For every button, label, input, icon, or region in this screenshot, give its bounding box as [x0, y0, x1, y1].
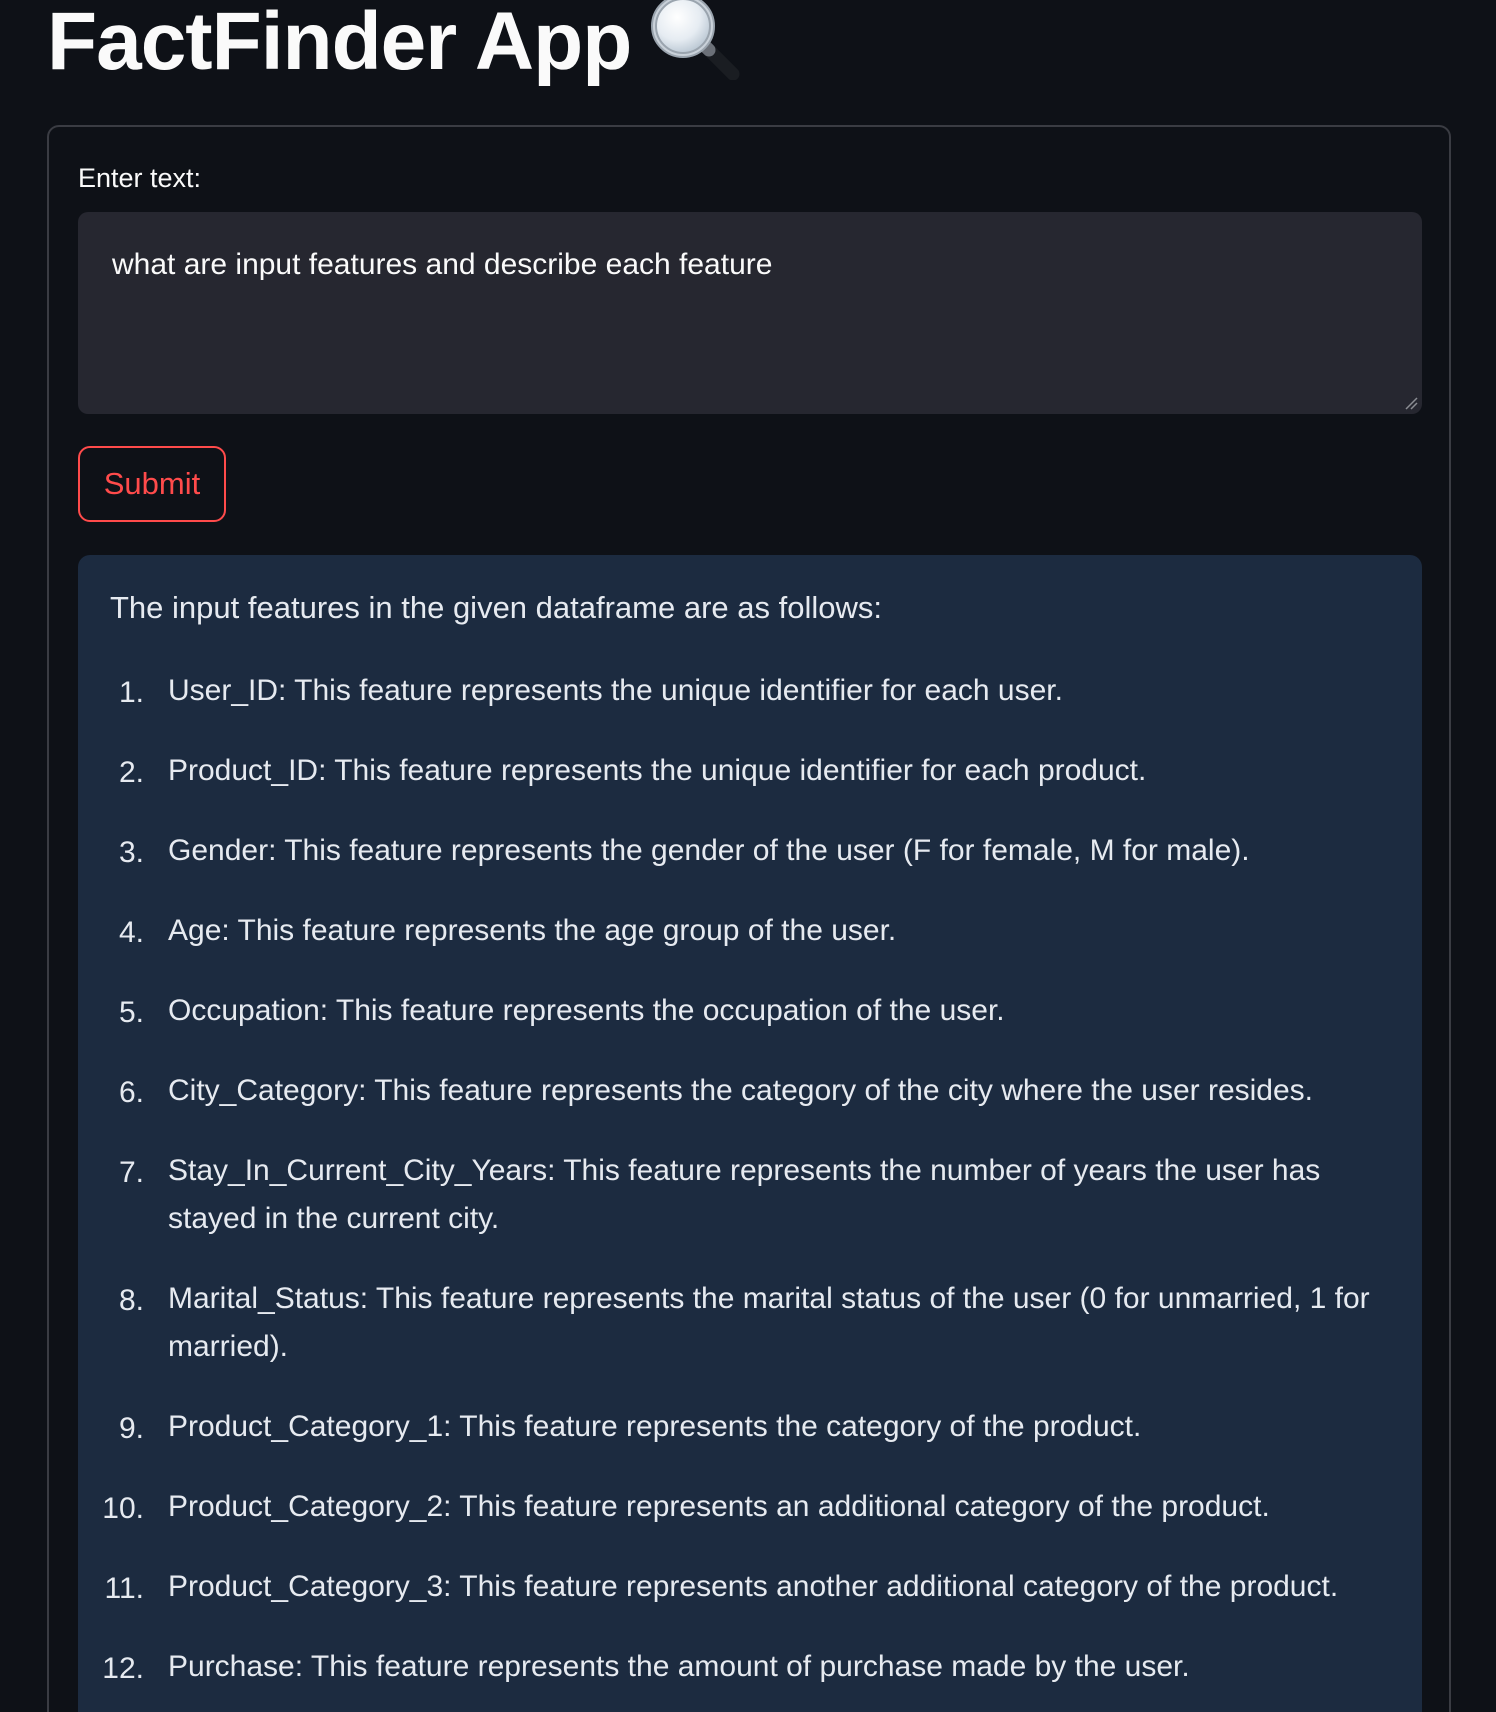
- list-item-line: Occupation: This feature represents the …: [168, 994, 1005, 1027]
- list-item-number: 3.: [118, 836, 144, 869]
- list-item: City_Category: This feature represents t…: [168, 1067, 1313, 1115]
- submit-button[interactable]: Submit: [78, 446, 226, 522]
- list-item-line: stayed in the current city.: [168, 1202, 500, 1235]
- list-item: Product_Category_1: This feature represe…: [168, 1403, 1141, 1451]
- list-item: Gender: This feature represents the gend…: [168, 827, 1250, 875]
- list-item-line: Purchase: This feature represents the am…: [168, 1650, 1190, 1683]
- list-item: Product_Category_2: This feature represe…: [168, 1483, 1270, 1531]
- list-item-number: 7.: [118, 1156, 144, 1189]
- magnifying-glass-icon: [651, 0, 740, 80]
- text-input-label: Enter text:: [78, 163, 202, 193]
- list-item-number: 9.: [118, 1412, 144, 1445]
- answer-intro: The input features in the given datafram…: [110, 590, 882, 625]
- page: FactFinder App Enter text: what are inpu…: [0, 0, 1496, 1712]
- list-item-line: Product_Category_3: This feature represe…: [168, 1570, 1339, 1603]
- list-item: Product_ID: This feature represents the …: [168, 747, 1146, 795]
- list-item-number: 5.: [118, 996, 144, 1029]
- list-item-line: Product_Category_2: This feature represe…: [168, 1490, 1270, 1523]
- list-item-number: 12.: [102, 1652, 144, 1685]
- list-item: Product_Category_3: This feature represe…: [168, 1563, 1338, 1611]
- list-item-line: User_ID: This feature represents the uni…: [168, 674, 1063, 707]
- list-item: Purchase: This feature represents the am…: [168, 1643, 1190, 1691]
- list-item: Stay_In_Current_City_Years: This feature…: [168, 1147, 1320, 1243]
- header: FactFinder App: [47, 0, 743, 88]
- list-item-number: 11.: [104, 1572, 144, 1605]
- list-item-line: married).: [168, 1330, 289, 1363]
- list-item: Age: This feature represents the age gro…: [168, 907, 896, 955]
- list-item-line: Marital_Status: This feature represents …: [168, 1282, 1370, 1315]
- list-item-line: Product_Category_1: This feature represe…: [168, 1410, 1142, 1443]
- list-item-number: 8.: [118, 1284, 144, 1317]
- answer-panel: [78, 555, 1422, 1712]
- list-item-line: Age: This feature represents the age gro…: [168, 914, 897, 947]
- page-title: FactFinder App: [47, 0, 632, 87]
- text-input[interactable]: what are input features and describe eac…: [78, 212, 1422, 414]
- list-item-line: Product_ID: This feature represents the …: [168, 754, 1147, 787]
- text-input-value: what are input features and describe eac…: [112, 248, 773, 281]
- list-item-number: 10.: [102, 1492, 144, 1525]
- list-item-number: 4.: [118, 916, 144, 949]
- list-item: User_ID: This feature represents the uni…: [168, 667, 1063, 715]
- list-item: Marital_Status: This feature represents …: [168, 1275, 1370, 1371]
- resize-handle-icon[interactable]: [1404, 396, 1418, 410]
- list-item-line: City_Category: This feature represents t…: [168, 1074, 1314, 1107]
- list-item-number: 1.: [118, 676, 144, 709]
- list-item-number: 6.: [118, 1076, 144, 1109]
- list-item-number: 2.: [118, 756, 144, 789]
- list-item-line: Stay_In_Current_City_Years: This feature…: [168, 1154, 1321, 1187]
- list-item-line: Gender: This feature represents the gend…: [168, 834, 1250, 867]
- list-item: Occupation: This feature represents the …: [168, 987, 1005, 1035]
